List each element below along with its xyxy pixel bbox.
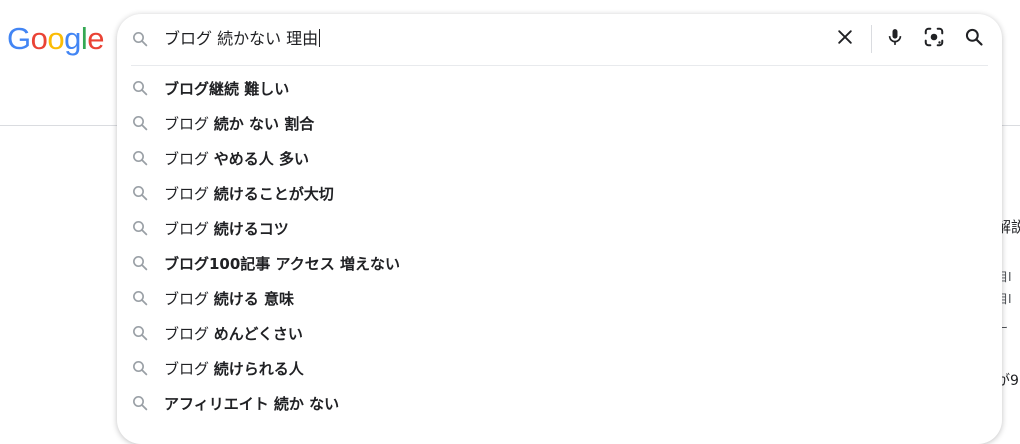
clear-button[interactable] [833, 27, 857, 51]
suggestion-text-normal: ブログ [164, 325, 214, 343]
suggestion-text-normal: ブログ [164, 360, 214, 378]
search-icon [131, 359, 149, 377]
suggestion-item[interactable]: ブログ 続けるコツ [117, 211, 1002, 246]
search-query-row: ブログ 続かない 理由 [117, 14, 1002, 64]
suggestion-text-bold: ブログ継続 難しい [164, 80, 290, 98]
suggestion-item[interactable]: ブログ 続か ない 割合 [117, 106, 1002, 141]
logo-letter: o [47, 21, 65, 56]
suggestion-text-bold: ブログ100記事 アクセス 増えない [164, 255, 401, 273]
close-icon [835, 27, 855, 51]
suggestion-text: ブログ 続けられる人 [164, 358, 304, 380]
suggestion-text: ブログ 続けることが大切 [164, 183, 334, 205]
suggestion-text-normal: ブログ [164, 290, 214, 308]
logo-letter: e [87, 21, 105, 56]
suggestion-text-bold: めんどくさい [213, 325, 303, 343]
suggestion-text-normal: ブログ [164, 220, 214, 238]
suggestion-item[interactable]: アフィリエイト 続か ない [117, 386, 1002, 421]
search-box: ブログ 続かない 理由 ブログ継続 難しい ブログ 続か ない 割合 ブログ やめる… [117, 14, 1002, 444]
search-icon [131, 394, 149, 412]
microphone-icon [885, 26, 905, 52]
search-input[interactable]: ブログ 続かない 理由 [164, 27, 321, 51]
suggestion-text-bold: アフィリエイト 続か ない [164, 395, 340, 413]
suggestion-item[interactable]: ブログ やめる人 多い [117, 141, 1002, 176]
suggestion-text: ブログ 続けるコツ [164, 218, 289, 240]
search-icon [131, 324, 149, 342]
search-icon [131, 79, 149, 97]
suggestion-text: ブログ やめる人 多い [164, 148, 309, 170]
text-caret [319, 29, 321, 47]
search-icon [131, 114, 149, 132]
suggestion-item[interactable]: ブログ 続けられる人 [117, 351, 1002, 386]
camera-lens-icon [923, 26, 945, 52]
search-icon [131, 254, 149, 272]
suggestion-text-bold: 続ける 意味 [213, 290, 295, 308]
search-icon [964, 27, 984, 51]
suggestion-item[interactable]: ブログ継続 難しい [117, 71, 1002, 106]
suggestion-text-bold: やめる人 多い [213, 150, 310, 168]
search-query-text: ブログ 続かない 理由 [164, 29, 319, 48]
suggestion-item[interactable]: ブログ 続けることが大切 [117, 176, 1002, 211]
suggestion-text: アフィリエイト 続か ない [164, 393, 339, 415]
suggestion-text: ブログ めんどくさい [164, 323, 303, 345]
search-icon [131, 149, 149, 167]
suggestion-text-bold: 続けることが大切 [213, 185, 334, 203]
voice-search-button[interactable] [883, 27, 907, 51]
suggestion-text: ブログ 続ける 意味 [164, 288, 294, 310]
suggestion-item[interactable]: ブログ100記事 アクセス 増えない [117, 246, 1002, 281]
search-icon [131, 219, 149, 237]
suggestion-item[interactable]: ブログ 続ける 意味 [117, 281, 1002, 316]
search-submit-button[interactable] [962, 27, 986, 51]
search-icon [131, 30, 149, 48]
suggestion-text-bold: 続か ない 割合 [213, 115, 315, 133]
suggestion-text: ブログ継続 難しい [164, 78, 289, 100]
logo-letter: o [30, 21, 48, 56]
search-icon [131, 289, 149, 307]
suggestion-text-normal: ブログ [164, 115, 214, 133]
toolbar-divider [871, 25, 872, 53]
suggestion-text: ブログ 続か ない 割合 [164, 113, 314, 135]
suggestion-text-bold: 続けるコツ [213, 220, 289, 238]
suggestion-item[interactable]: ブログ めんどくさい [117, 316, 1002, 351]
logo-letter: G [7, 21, 31, 56]
suggestion-text: ブログ100記事 アクセス 増えない [164, 253, 400, 275]
suggestion-text-bold: 続けられる人 [213, 360, 304, 378]
suggestion-text-normal: ブログ [164, 150, 214, 168]
suggestion-text-normal: ブログ [164, 185, 214, 203]
google-logo[interactable]: Google [7, 21, 105, 57]
suggestions-divider [131, 65, 988, 66]
image-search-button[interactable] [922, 27, 946, 51]
search-icon [131, 184, 149, 202]
logo-letter: g [64, 21, 81, 56]
